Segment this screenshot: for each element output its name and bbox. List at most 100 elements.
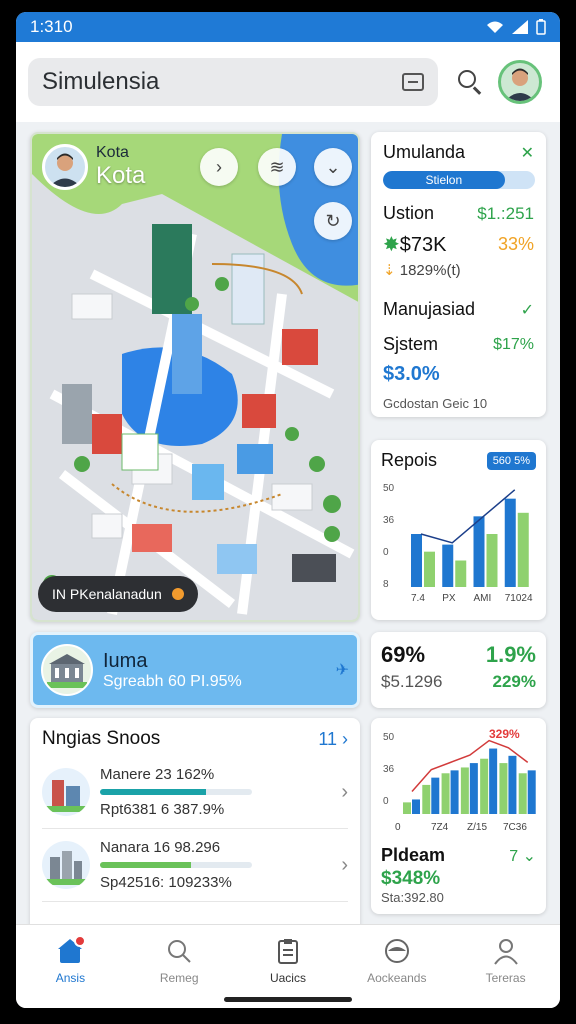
bar-series2 [486, 534, 498, 587]
pin-icon[interactable]: ✈ [336, 660, 349, 680]
trend-line [420, 489, 516, 544]
bar-series1 [442, 544, 454, 587]
map-title-small: Kota [96, 144, 129, 161]
bar-series1 [411, 534, 422, 587]
bar-series2 [424, 551, 435, 587]
x-tick-label: AMI [474, 593, 492, 604]
x-tick-label: 7C36 [503, 822, 527, 833]
reports-card[interactable]: Repois 560 5% 50 36 0 8 7.4 PX AMI 71024 [371, 440, 546, 620]
bar-series2 [480, 758, 489, 814]
list-item-progress [100, 789, 252, 795]
bar-series2 [517, 512, 529, 587]
map-chip-label: IN PKenalanadun [52, 586, 162, 602]
avatar[interactable] [498, 60, 542, 104]
nav-item-profile[interactable]: Tereras [456, 937, 556, 985]
user-icon [492, 937, 520, 965]
tab-switch-icon[interactable] [402, 73, 424, 91]
search-text: Simulensia [42, 68, 160, 95]
nav-label: Remeg [159, 971, 199, 985]
chevron-down-icon[interactable]: ⌄ [314, 148, 352, 186]
stat-value-4: 229% [492, 672, 536, 691]
y-tick-label: 0 [383, 547, 389, 558]
y-tick-label: 50 [383, 483, 395, 494]
featured-card[interactable]: Iuma Sgreabh 60 PI.95% ✈ [30, 632, 360, 708]
list-item-progress [100, 862, 252, 868]
y-tick-label: 0 [383, 796, 389, 807]
bar-series1 [527, 770, 536, 814]
summary-card: Umulanda ✕ Stielon Ustion $1.:251 ✸$73K … [371, 132, 546, 417]
chart2-badge: 7 [509, 847, 519, 865]
list-count-link[interactable]: 11 › [318, 729, 348, 750]
chart2-top-right: 329% [489, 727, 520, 741]
chevron-right-icon[interactable]: › [341, 854, 348, 877]
summary-row6-value: $3.0% [383, 363, 440, 385]
arrow-icon: ⇣ [383, 262, 396, 279]
list-card: Nngias Snoos 11 › Manere 23 162% Rpt6381… [30, 718, 360, 934]
nav-label: Uacics [269, 971, 306, 985]
nav-item-search[interactable]: Remeg [129, 937, 229, 985]
status-bar: 1:310 [16, 12, 560, 42]
home-indicator [224, 997, 352, 1002]
chevron-right-icon[interactable]: › [200, 148, 238, 186]
signal-icon [512, 20, 528, 34]
x-tick-label: 7.4 [411, 593, 425, 604]
chart2-card[interactable]: 50 36 0 329% 0 7Z4 Z/15 7C36 Pldeam 7 ⌄ $348% S… [371, 718, 546, 914]
clipboard-icon [274, 937, 302, 965]
nav-item-home[interactable]: Ansis [20, 935, 120, 985]
nav-item-dashboard[interactable]: Aockeands [347, 937, 447, 985]
home-icon [56, 935, 87, 965]
x-tick-label: Z/15 [467, 822, 487, 833]
bar-series1 [504, 498, 516, 587]
search-bar[interactable]: Simulensia [28, 58, 438, 106]
summary-title: Umulanda [383, 142, 466, 162]
summary-row4-label: Manujasiad [383, 299, 476, 319]
y-tick-label: 36 [383, 515, 395, 526]
chart2: 50 36 0 329% 0 7Z4 Z/15 7C36 [383, 727, 536, 833]
app-bar: Simulensia [16, 42, 560, 122]
list-item[interactable]: Nanara 16 98.296 Sp42516: 109233% › [42, 829, 348, 902]
x-tick-label: PX [442, 593, 456, 604]
summary-row1-label: Ustion [383, 203, 435, 223]
summary-bar-label: Stielon [383, 171, 505, 189]
x-tick-label: 7Z4 [431, 822, 449, 833]
x-tick-label: 71024 [505, 593, 533, 604]
bottom-nav: Ansis Remeg Uacics Aockeands Tereras [16, 924, 560, 1008]
close-icon[interactable]: ✕ [521, 143, 534, 163]
bar-series1 [450, 770, 459, 814]
bar-series1 [473, 516, 485, 587]
summary-row3: 1829%(t) [399, 262, 461, 279]
status-time: 1:310 [30, 17, 73, 36]
map-title-big: Kota [96, 162, 146, 189]
map-location-chip[interactable]: IN PKenalanadun [38, 576, 198, 612]
refresh-icon[interactable]: ↻ [314, 202, 352, 240]
status-dot-icon [171, 588, 184, 600]
city-map[interactable]: Kota Kota › ≋ ⌄ ↻ IN PKenalanadun [30, 132, 360, 622]
chevron-right-icon[interactable]: › [341, 781, 348, 804]
summary-row5-pct: $17% [493, 335, 534, 353]
check-icon: ✓ [520, 301, 534, 319]
summary-footer: Gcdostan Geic 10 [383, 396, 488, 411]
layers-icon[interactable]: ≋ [258, 148, 296, 186]
building-icon [41, 644, 93, 696]
summary-row1-value: $1.:251 [477, 203, 534, 223]
reports-badge: 560 5% [486, 451, 536, 470]
leaf-icon: ✸ [383, 234, 400, 256]
bar-series2 [499, 763, 508, 814]
bar-series2 [460, 767, 469, 814]
stat-value-3: $5.1296 [381, 672, 443, 691]
bar-series1 [469, 763, 478, 814]
battery-icon [536, 19, 546, 35]
nav-item-tasks[interactable]: Uacics [238, 937, 338, 985]
gauge-icon [383, 937, 411, 965]
wifi-icon [487, 21, 503, 33]
list-item-line2: Rpt6381 6 387.9% [100, 801, 225, 818]
phone-screen: 1:310 Simulensia Kota Kota › ≋ ⌄ ↻ IN PK… [16, 12, 560, 1008]
summary-row5-label: Sjstem [383, 334, 439, 354]
map-avatar[interactable] [42, 144, 88, 190]
search-icon[interactable] [456, 68, 484, 96]
bar-series2 [422, 784, 431, 814]
stats-card: 69% 1.9% $5.1296 229% [371, 632, 546, 708]
list-title: Nngias Snoos [42, 728, 161, 749]
list-item[interactable]: Manere 23 162% Rpt6381 6 387.9% › [42, 756, 348, 829]
bar-series2 [518, 773, 527, 814]
